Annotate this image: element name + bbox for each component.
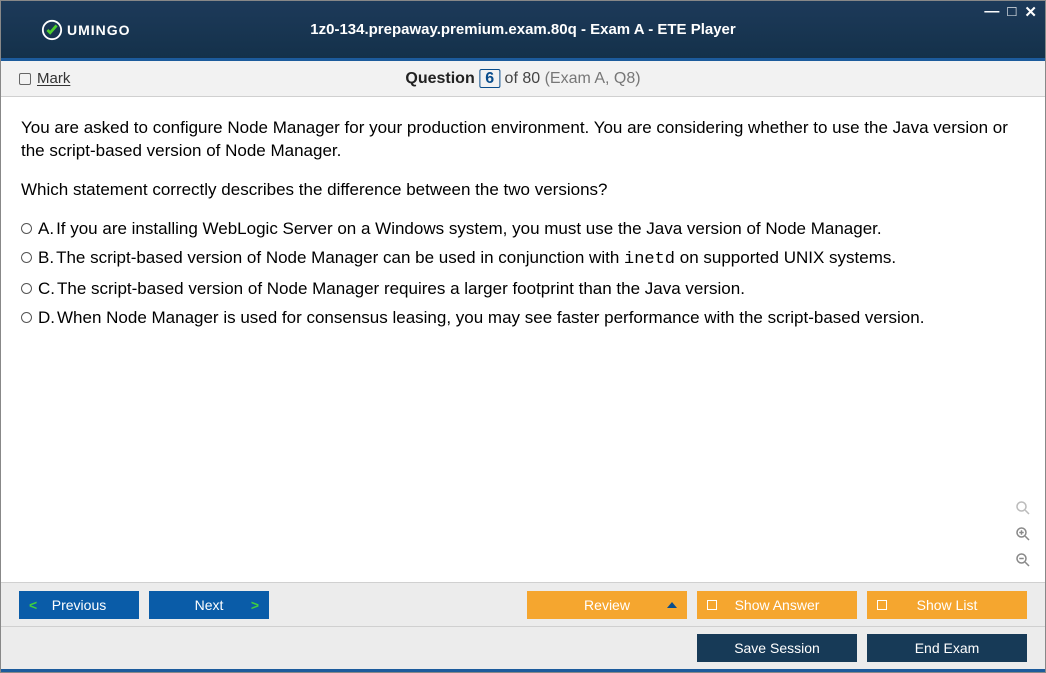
question-number-input[interactable]: 6 xyxy=(479,69,500,88)
checkbox-icon xyxy=(19,73,31,85)
question-paragraph-2: Which statement correctly describes the … xyxy=(21,179,1025,202)
review-button[interactable]: Review xyxy=(527,591,687,619)
square-icon xyxy=(877,600,887,610)
previous-label: Previous xyxy=(52,597,106,613)
review-label: Review xyxy=(584,597,630,613)
footer-session: Save Session End Exam xyxy=(1,626,1045,672)
question-content: You are asked to configure Node Manager … xyxy=(1,97,1045,582)
close-icon[interactable]: ✕ xyxy=(1024,3,1037,21)
question-context: (Exam A, Q8) xyxy=(545,70,641,87)
chevron-left-icon: < xyxy=(29,597,37,613)
answer-option-b[interactable]: B.The script-based version of Node Manag… xyxy=(21,247,1025,272)
question-word: Question xyxy=(405,70,474,87)
check-icon xyxy=(41,19,63,41)
show-answer-button[interactable]: Show Answer xyxy=(697,591,857,619)
previous-button[interactable]: < Previous xyxy=(19,591,139,619)
radio-icon xyxy=(21,312,32,323)
answer-text: When Node Manager is used for consensus … xyxy=(57,308,924,327)
radio-icon xyxy=(21,283,32,294)
mark-checkbox[interactable]: Mark xyxy=(19,70,70,87)
chevron-right-icon: > xyxy=(251,597,259,613)
app-logo: UMINGO xyxy=(41,19,131,41)
end-exam-button[interactable]: End Exam xyxy=(867,634,1027,662)
answer-option-a[interactable]: A.If you are installing WebLogic Server … xyxy=(21,218,1025,241)
answer-letter: B. xyxy=(38,248,54,267)
answer-text: If you are installing WebLogic Server on… xyxy=(56,219,882,238)
zoom-in-icon[interactable] xyxy=(1013,524,1033,544)
show-list-label: Show List xyxy=(917,597,978,613)
zoom-tools xyxy=(1013,498,1033,570)
save-session-button[interactable]: Save Session xyxy=(697,634,857,662)
show-answer-label: Show Answer xyxy=(735,597,820,613)
answer-text: The script-based version of Node Manager… xyxy=(57,279,745,298)
window-controls: — □ ✕ xyxy=(984,3,1037,21)
title-bar: UMINGO 1z0-134.prepaway.premium.exam.80q… xyxy=(1,1,1045,61)
triangle-up-icon xyxy=(667,602,677,608)
question-paragraph-1: You are asked to configure Node Manager … xyxy=(21,117,1025,163)
show-list-button[interactable]: Show List xyxy=(867,591,1027,619)
maximize-icon[interactable]: □ xyxy=(1007,3,1016,21)
question-indicator: Question 6 of 80 (Exam A, Q8) xyxy=(405,70,640,88)
answer-list: A.If you are installing WebLogic Server … xyxy=(21,218,1025,330)
question-bar: Mark Question 6 of 80 (Exam A, Q8) xyxy=(1,61,1045,97)
zoom-out-icon[interactable] xyxy=(1013,550,1033,570)
answer-letter: D. xyxy=(38,308,55,327)
window-title: 1z0-134.prepaway.premium.exam.80q - Exam… xyxy=(310,21,735,38)
question-text: You are asked to configure Node Manager … xyxy=(21,117,1025,202)
minimize-icon[interactable]: — xyxy=(984,3,999,21)
radio-icon xyxy=(21,223,32,234)
answer-option-d[interactable]: D.When Node Manager is used for consensu… xyxy=(21,307,1025,330)
radio-icon xyxy=(21,252,32,263)
answer-option-c[interactable]: C.The script-based version of Node Manag… xyxy=(21,278,1025,301)
answer-text-pre: The script-based version of Node Manager… xyxy=(56,248,624,267)
answer-text-post: on supported UNIX systems. xyxy=(675,248,896,267)
brand-text: UMINGO xyxy=(67,22,131,38)
mark-label: Mark xyxy=(37,70,70,87)
footer-nav: < Previous Next > Review Show Answer Show … xyxy=(1,582,1045,626)
search-icon[interactable] xyxy=(1013,498,1033,518)
next-button[interactable]: Next > xyxy=(149,591,269,619)
square-icon xyxy=(707,600,717,610)
answer-letter: C. xyxy=(38,279,55,298)
answer-letter: A. xyxy=(38,219,54,238)
answer-code: inetd xyxy=(624,250,675,269)
of-total: of 80 xyxy=(505,70,545,87)
next-label: Next xyxy=(195,597,224,613)
